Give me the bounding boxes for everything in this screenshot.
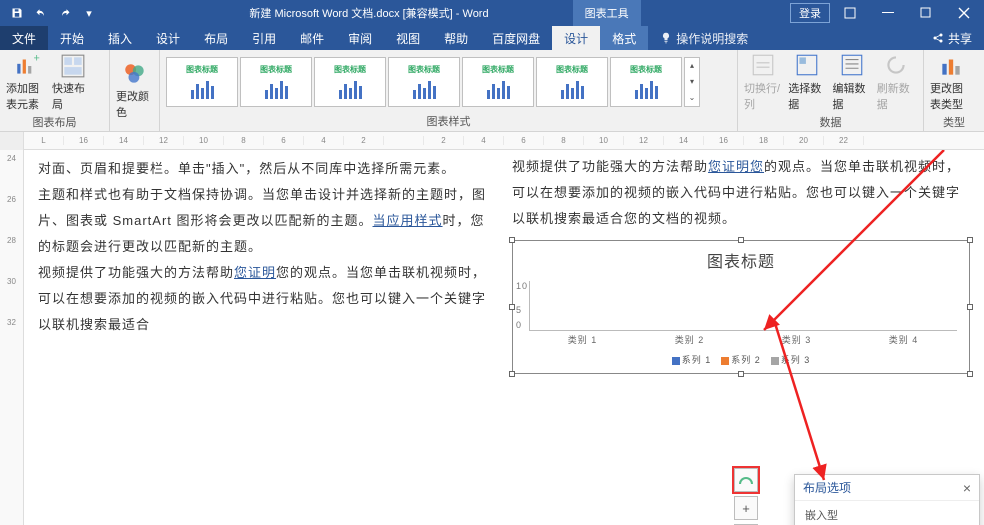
chart-element-icon: + [14, 53, 40, 79]
share-icon [932, 32, 944, 44]
share-button[interactable]: 共享 [920, 30, 984, 47]
redo-icon[interactable] [54, 2, 76, 24]
title-bar: ▾ 新建 Microsoft Word 文档.docx [兼容模式] - Wor… [0, 0, 984, 26]
tab-file[interactable]: 文件 [0, 26, 48, 50]
tab-home[interactable]: 开始 [48, 26, 96, 50]
group-label-layout: 图表布局 [0, 114, 109, 132]
close-icon[interactable] [946, 0, 982, 26]
add-chart-element-button[interactable]: + 添加图表元素 [6, 52, 48, 112]
tab-layout[interactable]: 布局 [192, 26, 240, 50]
svg-text:+: + [34, 53, 40, 65]
style-thumb[interactable]: 图表标题 [610, 57, 682, 107]
tab-mailings[interactable]: 邮件 [288, 26, 336, 50]
style-thumb[interactable]: 图表标题 [536, 57, 608, 107]
gallery-more-button[interactable]: ▴▾⌄ [684, 57, 700, 107]
ribbon-tabs: 文件 开始 插入 设计 布局 引用 邮件 审阅 视图 帮助 百度网盘 设计 格式… [0, 26, 984, 50]
qat-more-icon[interactable]: ▾ [78, 2, 100, 24]
layout-options-popup: 布局选项 × 嵌入型 文字环绕 [794, 474, 980, 525]
login-button[interactable]: 登录 [790, 3, 830, 23]
chart-plot-area[interactable]: 10 5 0 [529, 281, 957, 331]
select-data-icon [794, 52, 820, 78]
undo-icon[interactable] [30, 2, 52, 24]
quick-layout-button[interactable]: 快速布局 [52, 52, 94, 112]
group-label-type: 类型 [924, 114, 984, 132]
tab-review[interactable]: 审阅 [336, 26, 384, 50]
change-chart-type-button[interactable]: 更改图表类型 [930, 52, 972, 112]
chart-object[interactable]: 图表标题 10 5 0 类别 1类别 2类别 3类别 4 系列 1系列 2系列 … [512, 240, 970, 374]
lightbulb-icon [660, 32, 672, 44]
text-column-left: 对面、页眉和提要栏。单击"插入"，然后从不同库中选择所需元素。 主题和样式也有助… [30, 150, 504, 525]
close-icon[interactable]: × [963, 480, 971, 496]
tab-baidu[interactable]: 百度网盘 [480, 26, 552, 50]
quick-layout-icon [60, 53, 86, 79]
chart-type-icon [938, 53, 964, 79]
chart-elements-button[interactable]: + [734, 496, 758, 520]
refresh-data-button: 刷新数据 [877, 52, 917, 112]
ribbon-display-icon[interactable] [832, 0, 868, 26]
colors-icon [122, 61, 148, 87]
context-tab-title: 图表工具 [573, 0, 641, 26]
edit-data-button[interactable]: 编辑数据 [833, 52, 873, 112]
tab-chart-format[interactable]: 格式 [600, 26, 648, 50]
style-thumb[interactable]: 图表标题 [388, 57, 460, 107]
switch-icon [750, 52, 776, 78]
style-thumb[interactable]: 图表标题 [240, 57, 312, 107]
document-page[interactable]: 对面、页眉和提要栏。单击"插入"，然后从不同库中选择所需元素。 主题和样式也有助… [24, 150, 984, 525]
layout-options-button[interactable] [734, 468, 758, 492]
chart-legend[interactable]: 系列 1系列 2系列 3 [517, 351, 965, 369]
group-label-data: 数据 [738, 114, 923, 132]
switch-row-col-button: 切换行/列 [744, 52, 784, 112]
tab-chart-design[interactable]: 设计 [552, 26, 600, 50]
chart-styles-gallery[interactable]: 图表标题 图表标题 图表标题 图表标题 图表标题 图表标题 图表标题 ▴▾⌄ [166, 57, 700, 107]
horizontal-ruler: L161412108642246810121416182022 [0, 132, 984, 150]
vertical-ruler: 2426283032 [0, 150, 24, 525]
minimize-icon[interactable] [870, 0, 906, 26]
group-label-styles: 图表样式 [160, 113, 737, 131]
tab-help[interactable]: 帮助 [432, 26, 480, 50]
document-title: 新建 Microsoft Word 文档.docx [兼容模式] - Word [249, 5, 488, 21]
save-icon[interactable] [6, 2, 28, 24]
select-data-button[interactable]: 选择数据 [788, 52, 828, 112]
edit-data-icon [839, 52, 865, 78]
tab-view[interactable]: 视图 [384, 26, 432, 50]
tell-me-search[interactable]: 操作说明搜索 [648, 26, 760, 50]
ribbon: + 添加图表元素 快速布局 图表布局 更改颜色 图表标题 图表标题 图表标题 图… [0, 50, 984, 132]
tab-design[interactable]: 设计 [144, 26, 192, 50]
style-thumb[interactable]: 图表标题 [462, 57, 534, 107]
style-thumb[interactable]: 图表标题 [314, 57, 386, 107]
tab-references[interactable]: 引用 [240, 26, 288, 50]
style-thumb[interactable]: 图表标题 [166, 57, 238, 107]
chart-title[interactable]: 图表标题 [517, 247, 965, 279]
maximize-icon[interactable] [908, 0, 944, 26]
popup-title: 布局选项 [803, 479, 851, 496]
change-colors-button[interactable]: 更改颜色 [116, 60, 153, 120]
tab-insert[interactable]: 插入 [96, 26, 144, 50]
refresh-icon [883, 52, 909, 78]
